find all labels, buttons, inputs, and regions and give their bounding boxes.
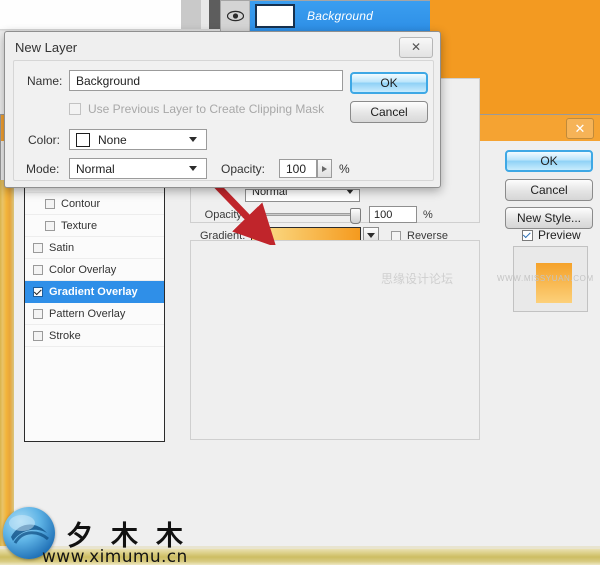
style-list-item[interactable]: Gradient Overlay (25, 281, 164, 303)
new-layer-close-icon[interactable]: ✕ (399, 37, 433, 58)
style-enable-checkbox[interactable] (33, 308, 43, 319)
style-enable-checkbox[interactable] (33, 330, 43, 341)
opacity-stepper[interactable] (317, 159, 332, 178)
nl-opacity-unit: % (339, 162, 350, 176)
layer-thumbnail[interactable] (255, 4, 295, 28)
blend-mode-dropdown[interactable]: Normal (245, 189, 360, 202)
chevron-down-icon (186, 166, 200, 171)
new-layer-dialog: New Layer ✕ Name: Background Use Previou… (4, 31, 441, 188)
color-label: Color: (28, 133, 61, 147)
layer-style-ok-button[interactable]: OK (505, 150, 593, 172)
color-dropdown[interactable]: None (69, 129, 207, 150)
opacity-label: Opacity: (204, 208, 245, 221)
mode-value: Normal (76, 161, 115, 176)
preview-label: Preview (538, 228, 581, 242)
name-label: Name: (27, 74, 63, 88)
layer-name-label: Background (307, 9, 374, 23)
layer-style-cancel-button[interactable]: Cancel (505, 179, 593, 201)
style-list-item[interactable]: Texture (25, 215, 164, 237)
canvas-grey-band-2 (201, 0, 209, 32)
watermark-forum-cn: 思缘设计论坛 (381, 272, 454, 286)
style-enable-checkbox[interactable] (45, 198, 55, 209)
canvas-grey-band-1 (181, 0, 201, 32)
color-none-swatch (76, 132, 90, 147)
mode-dropdown[interactable]: Normal (69, 158, 207, 179)
style-list-item[interactable]: Pattern Overlay (25, 303, 164, 325)
clipping-mask-row: Use Previous Layer to Create Clipping Ma… (69, 102, 324, 116)
style-enable-checkbox[interactable] (45, 220, 55, 231)
preview-gradient-swatch (536, 263, 572, 303)
layer-name-input[interactable]: Background (69, 70, 343, 91)
preview-checkbox[interactable] (522, 229, 533, 241)
opacity-slider[interactable] (251, 208, 361, 224)
new-layer-dialog-title: New Layer (15, 40, 78, 55)
style-list-item[interactable]: Satin (25, 237, 164, 259)
reverse-checkbox[interactable] (391, 230, 401, 241)
style-item-label: Satin (49, 241, 75, 254)
close-icon[interactable]: ✕ (566, 118, 594, 139)
clipping-mask-checkbox (69, 103, 81, 115)
opacity-unit: % (423, 208, 433, 221)
style-list-item[interactable]: Stroke (25, 325, 164, 347)
screenshot-root: Background ✕ Drop ShadowInner ShadowOute… (0, 0, 600, 565)
chevron-down-icon (367, 233, 375, 238)
close-icon-glyph: ✕ (410, 40, 422, 54)
new-layer-cancel-button[interactable]: Cancel (350, 101, 428, 123)
style-item-label: Pattern Overlay (49, 307, 126, 320)
style-list-item[interactable]: Color Overlay (25, 259, 164, 281)
style-item-label: Color Overlay (49, 263, 117, 276)
opacity-slider-knob[interactable] (350, 208, 361, 224)
opacity-value-input[interactable]: 100 (369, 206, 417, 223)
layer-visibility-toggle[interactable] (221, 1, 250, 31)
chevron-down-icon (186, 137, 200, 142)
mode-label: Mode: (26, 162, 60, 176)
style-item-label: Gradient Overlay (49, 285, 138, 298)
color-value: None (98, 132, 127, 147)
eye-icon (226, 10, 244, 22)
site-url-text: www.ximumu.cn (42, 547, 188, 565)
blend-mode-value: Normal (252, 189, 288, 198)
watermark-forum-en: WWW.MISSYUAN.COM (497, 274, 594, 283)
style-enable-checkbox[interactable] (33, 264, 43, 275)
style-item-label: Texture (61, 219, 98, 232)
new-style-button[interactable]: New Style... (505, 207, 593, 229)
chevron-down-icon (343, 190, 357, 198)
style-list-item[interactable]: Contour (25, 193, 164, 215)
style-enable-checkbox[interactable] (33, 286, 43, 297)
opacity-row: Opacity: 100 % (200, 206, 475, 224)
nl-opacity-input[interactable]: 100 (279, 159, 317, 178)
style-enable-checkbox[interactable] (33, 242, 43, 253)
close-icon-glyph: ✕ (574, 121, 586, 136)
style-item-label: Contour (61, 197, 101, 210)
clipping-mask-label: Use Previous Layer to Create Clipping Ma… (88, 102, 325, 116)
nl-opacity-label: Opacity: (221, 162, 266, 176)
new-layer-ok-button[interactable]: OK (350, 72, 428, 94)
preview-checkbox-row[interactable]: Preview (522, 228, 581, 242)
blend-mode-row: Normal (245, 189, 360, 202)
style-item-label: Stroke (49, 329, 81, 342)
